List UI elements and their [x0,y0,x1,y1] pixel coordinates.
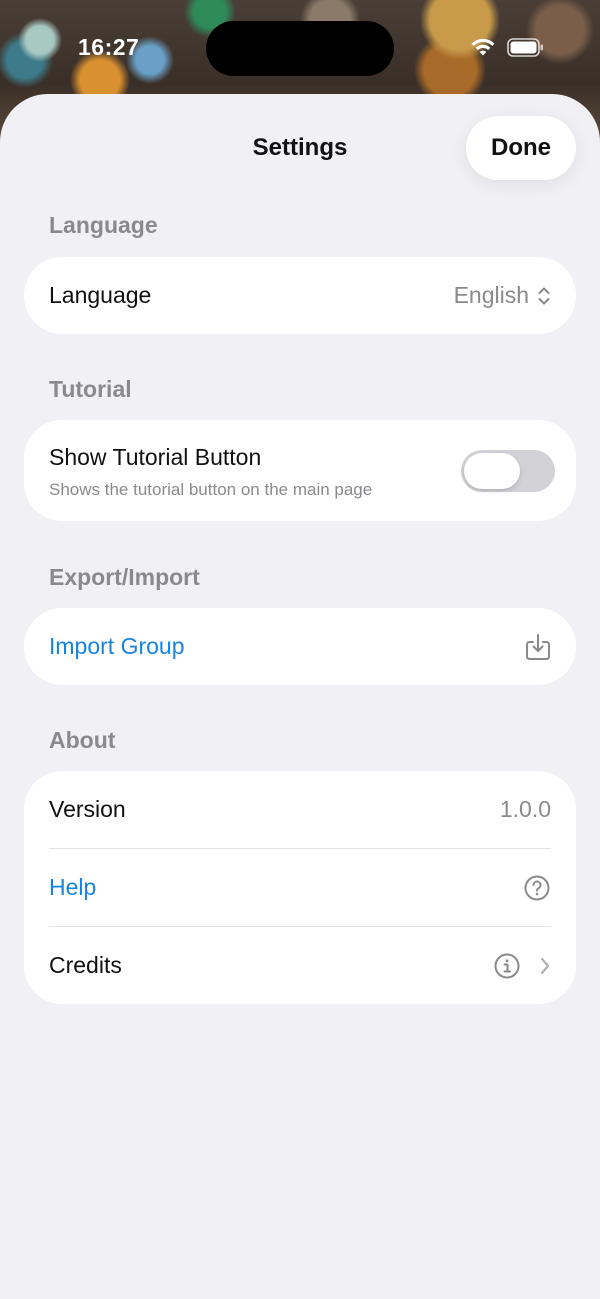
help-row[interactable]: Help [24,849,576,926]
dynamic-island [206,21,394,76]
version-label: Version [49,796,126,822]
status-time: 16:27 [78,34,140,60]
language-card: Language English [24,257,576,334]
tutorial-row-label: Show Tutorial Button [49,444,262,470]
wifi-icon [471,38,495,56]
tutorial-row-subtitle: Shows the tutorial button on the main pa… [49,480,373,499]
help-label: Help [49,874,97,900]
credits-label: Credits [49,952,122,978]
language-picker[interactable]: English [454,282,551,309]
tutorial-card: Show Tutorial Button Shows the tutorial … [24,420,576,521]
chevron-up-down-icon [538,287,550,304]
status-bar: 16:27 [0,0,600,95]
version-row: Version 1.0.0 [24,771,576,848]
language-value: English [453,282,529,308]
show-tutorial-toggle[interactable] [461,450,555,492]
credits-row[interactable]: Credits [24,927,576,1004]
section-header-language: Language [49,212,158,238]
section-header-export-import: Export/Import [49,564,200,590]
settings-sheet: Settings Done Language Language English … [0,94,600,1299]
export-import-card: Import Group [24,608,576,685]
language-row-label: Language [49,282,152,308]
language-row[interactable]: Language English [24,257,576,334]
toggle-knob [464,453,520,489]
about-card: Version 1.0.0 Help Credits [24,771,576,1004]
import-group-label: Import Group [49,633,185,659]
credits-accessory [493,952,551,980]
chevron-right-icon [540,957,550,974]
version-value: 1.0.0 [499,796,551,822]
done-button[interactable]: Done [466,116,576,180]
import-tray-icon [526,633,550,660]
import-group-row[interactable]: Import Group [24,608,576,685]
section-header-about: About [49,727,116,753]
section-header-tutorial: Tutorial [49,376,132,402]
info-circle-icon [494,953,520,978]
question-circle-icon [524,875,550,900]
battery-icon [507,38,543,57]
